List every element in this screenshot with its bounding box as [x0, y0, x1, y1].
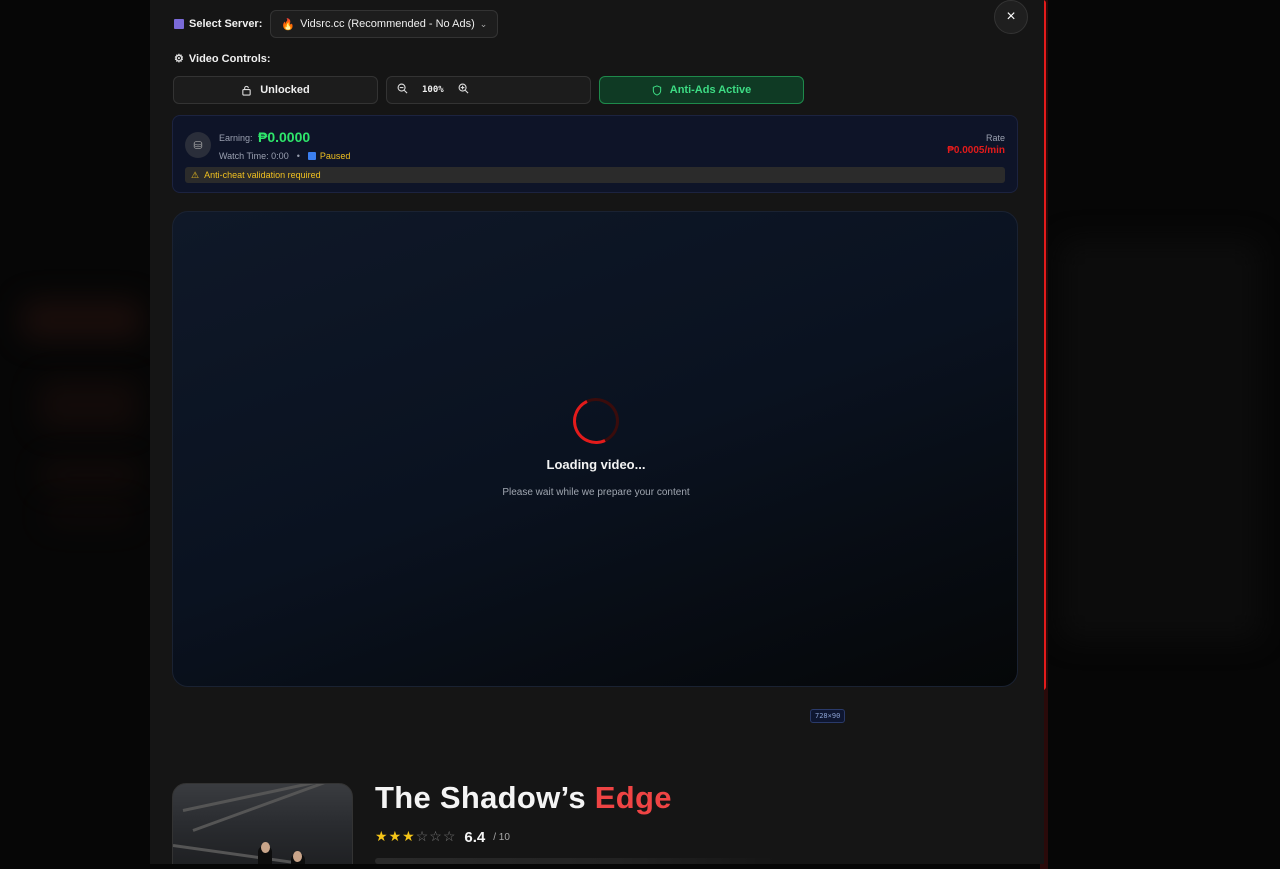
chevron-down-icon: ⌄	[479, 18, 488, 29]
earning-label: Earning:	[219, 133, 253, 143]
pause-icon	[307, 152, 316, 160]
movie-poster[interactable]	[172, 783, 353, 864]
separator-dot: •	[296, 151, 300, 161]
server-selector-row: Select Server: 🔥 Vidsrc.cc (Recommended …	[174, 10, 499, 38]
star-filled-icon: ★	[388, 828, 402, 844]
loading-spinner-icon	[566, 391, 626, 451]
rating-max: / 10	[493, 831, 510, 843]
star-rating: ★★★☆☆☆	[375, 828, 456, 846]
status-text: Paused	[319, 151, 351, 161]
server-label: Select Server:	[174, 18, 262, 30]
star-filled-icon: ★	[375, 828, 388, 844]
watch-time: Watch Time: 0:00	[219, 151, 289, 161]
background-blur-block	[45, 505, 135, 525]
description-placeholder	[375, 858, 775, 864]
server-dropdown[interactable]: 🔥 Vidsrc.cc (Recommended - No Ads) ⌄	[270, 10, 499, 38]
star-empty-icon: ☆	[415, 828, 429, 844]
unlock-button-label: Unlocked	[260, 84, 310, 96]
rating-value: 6.4	[464, 828, 486, 846]
coins-icon: ⛁	[185, 132, 211, 158]
rating-row: ★★★☆☆☆ 6.4 / 10	[375, 828, 510, 846]
zoom-out-icon[interactable]	[397, 83, 408, 97]
lock-open-icon	[242, 85, 251, 96]
warning-icon: ⚠	[191, 169, 200, 180]
shield-icon	[652, 84, 661, 96]
star-empty-icon: ☆	[429, 828, 442, 844]
background-blur-block	[38, 380, 138, 430]
rate-label: Rate	[985, 133, 1005, 143]
poster-detail	[173, 844, 293, 864]
zoom-in-icon[interactable]	[458, 83, 469, 97]
zoom-value: 100%	[422, 85, 444, 95]
fire-icon: 🔥	[281, 18, 296, 31]
anti-cheat-warning: ⚠ Anti-cheat validation required	[185, 167, 1005, 183]
loading-title: Loading video...	[546, 457, 646, 472]
movie-title: The Shadow’s Edge	[375, 780, 672, 816]
watch-status-line: Watch Time: 0:00 • Paused	[219, 151, 350, 161]
poster-detail	[192, 784, 326, 832]
background-blur-block	[22, 300, 142, 340]
earnings-panel: ⛁ Earning: ₱0.0000 Watch Time: 0:00 • Pa…	[172, 115, 1018, 193]
video-controls-label: ⚙ Video Controls:	[174, 52, 271, 66]
star-empty-icon: ☆	[442, 828, 456, 844]
poster-face	[293, 851, 302, 862]
background-blur-block	[40, 460, 140, 490]
anti-ads-label: Anti-Ads Active	[669, 84, 752, 96]
video-controls-label-text: Video Controls:	[188, 52, 271, 65]
movie-title-main: The Shadow’s	[375, 780, 595, 815]
loading-subtitle: Please wait while we prepare your conten…	[502, 487, 690, 498]
earning-value: ₱0.0000	[258, 129, 311, 145]
gear-icon: ⚙	[174, 53, 184, 65]
anti-ads-button[interactable]: Anti-Ads Active	[599, 76, 804, 104]
clapper-icon	[174, 19, 184, 29]
background-blur-block	[1060, 240, 1260, 640]
star-filled-icon: ★	[402, 828, 415, 844]
status-badge: Paused	[307, 151, 351, 161]
poster-face	[261, 842, 270, 853]
movie-title-accent: Edge	[594, 780, 672, 815]
unlock-button[interactable]: Unlocked	[173, 76, 378, 104]
server-selected-value: Vidsrc.cc (Recommended - No Ads)	[300, 18, 475, 30]
close-button[interactable]: ×	[994, 0, 1028, 34]
zoom-control: 100%	[386, 76, 591, 104]
close-icon: ×	[1006, 8, 1016, 25]
video-player[interactable]: Loading video... Please wait while we pr…	[172, 211, 1018, 687]
server-label-text: Select Server:	[189, 18, 263, 30]
warning-text: Anti-cheat validation required	[204, 170, 321, 180]
rate-value: ₱0.0005/min	[947, 145, 1005, 156]
video-modal: × Select Server: 🔥 Vidsrc.cc (Recommende…	[150, 0, 1044, 864]
ad-size-tag: 728×90	[810, 709, 846, 723]
